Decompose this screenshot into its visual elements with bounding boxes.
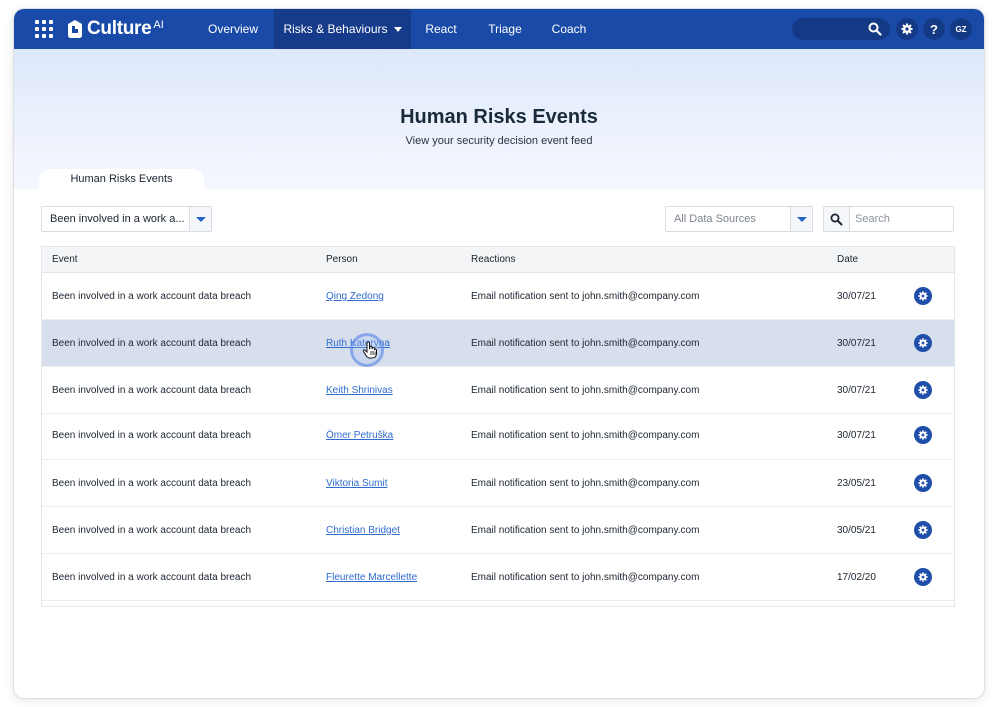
events-table: Event Person Reactions Date Been involve… (41, 246, 955, 607)
reaction-cell: Email notification sent to john.smith@co… (471, 385, 700, 396)
table-row[interactable]: Been involved in a work account data bre… (42, 507, 954, 554)
brand-suffix: AI (153, 19, 164, 31)
event-cell: Been involved in a work account data bre… (52, 385, 252, 396)
table-row[interactable]: Been involved in a work account data bre… (42, 367, 954, 414)
row-settings-button[interactable] (914, 426, 932, 444)
gear-icon (901, 23, 913, 35)
brand-logo[interactable]: Culture AI (66, 17, 164, 41)
column-header-date[interactable]: Date (837, 247, 858, 273)
table-row[interactable]: Been involved in a work account data bre… (42, 414, 954, 460)
person-link[interactable]: Fleurette Marcellette (326, 572, 417, 583)
tab-label: Human Risks Events (70, 173, 173, 185)
gear-icon (918, 430, 928, 440)
brand-name: Culture (87, 18, 152, 39)
table-header: Event Person Reactions Date (42, 247, 954, 273)
table-row[interactable]: Been involved in a work account data bre… (42, 273, 954, 320)
chevron-down-icon[interactable] (189, 207, 211, 231)
date-cell: 30/05/21 (837, 525, 876, 536)
reaction-cell: Email notification sent to john.smith@co… (471, 525, 700, 536)
date-cell: 30/07/21 (837, 430, 876, 441)
reaction-cell: Email notification sent to john.smith@co… (471, 572, 700, 583)
data-source-select[interactable]: All Data Sources (665, 206, 813, 232)
event-cell: Been involved in a work account data bre… (52, 338, 252, 349)
nav-coach[interactable]: Coach (544, 9, 594, 49)
tab-human-risks-events[interactable]: Human Risks Events (39, 169, 204, 189)
gear-icon (918, 478, 928, 488)
date-cell: 30/07/21 (837, 291, 876, 302)
date-cell: 30/07/21 (837, 338, 876, 349)
table-row[interactable]: Been involved in a work account data bre… (42, 460, 954, 507)
page-subtitle: View your security decision event feed (405, 135, 593, 147)
event-filter-select[interactable]: Been involved in a work a... (41, 206, 212, 232)
event-filter-value: Been involved in a work a... (50, 213, 185, 225)
person-link[interactable]: Viktoria Sumit (326, 478, 388, 489)
column-header-reactions[interactable]: Reactions (471, 247, 515, 273)
nav-overview[interactable]: Overview (196, 9, 270, 49)
reaction-cell: Email notification sent to john.smith@co… (471, 430, 700, 441)
date-cell: 17/02/20 (837, 572, 876, 583)
row-settings-button[interactable] (914, 568, 932, 586)
data-source-value: All Data Sources (674, 213, 756, 225)
search-input[interactable] (855, 211, 949, 227)
table-row[interactable]: Been involved in a work account data bre… (42, 554, 954, 601)
nav-coach-label: Coach (551, 22, 587, 36)
search-icon[interactable] (824, 207, 850, 231)
nav-triage-label: Triage (488, 22, 522, 36)
event-cell: Been involved in a work account data bre… (52, 478, 252, 489)
row-settings-button[interactable] (914, 287, 932, 305)
apps-grid-icon[interactable] (35, 20, 53, 38)
nav-risks-behaviours[interactable]: Risks & Behaviours (274, 9, 411, 49)
page-header: Human Risks Events View your security de… (14, 49, 984, 189)
row-settings-button[interactable] (914, 334, 932, 352)
person-link[interactable]: Keith Shrinivas (326, 385, 393, 396)
app-window: Culture AI Overview Risks & Behaviours R… (14, 9, 984, 698)
row-settings-button[interactable] (914, 521, 932, 539)
nav-triage[interactable]: Triage (480, 9, 530, 49)
nav-react[interactable]: React (416, 9, 466, 49)
gear-icon (918, 572, 928, 582)
table-search[interactable] (823, 206, 954, 232)
gear-icon (918, 385, 928, 395)
event-cell: Been involved in a work account data bre… (52, 525, 252, 536)
nav-overview-label: Overview (207, 22, 258, 36)
top-navbar: Culture AI Overview Risks & Behaviours R… (14, 9, 984, 49)
gear-icon (918, 525, 928, 535)
avatar-initials: GZ (955, 24, 967, 34)
gear-icon (918, 291, 928, 301)
search-icon (868, 22, 882, 36)
chevron-down-icon (393, 27, 402, 33)
nav-react-label: React (425, 22, 457, 36)
reaction-cell: Email notification sent to john.smith@co… (471, 291, 700, 302)
date-cell: 30/07/21 (837, 385, 876, 396)
nav-risks-label: Risks & Behaviours (283, 22, 388, 36)
column-header-person[interactable]: Person (326, 247, 358, 273)
gear-icon (918, 338, 928, 348)
date-cell: 23/05/21 (837, 478, 876, 489)
row-settings-button[interactable] (914, 381, 932, 399)
person-link[interactable]: Christian Bridget (326, 525, 400, 536)
user-avatar[interactable]: GZ (950, 18, 972, 40)
hand-cursor-icon (362, 341, 377, 359)
row-settings-button[interactable] (914, 474, 932, 492)
event-cell: Been involved in a work account data bre… (52, 430, 252, 441)
person-link[interactable]: Qing Zedong (326, 291, 384, 302)
table-row[interactable]: Been involved in a work account data bre… (42, 320, 954, 367)
help-icon: ? (930, 21, 938, 37)
page-title: Human Risks Events (400, 106, 598, 128)
help-button[interactable]: ? (923, 18, 945, 40)
reaction-cell: Email notification sent to john.smith@co… (471, 478, 700, 489)
column-header-event[interactable]: Event (52, 247, 78, 273)
culture-logo-icon (68, 20, 82, 38)
global-search[interactable] (792, 18, 890, 40)
event-cell: Been involved in a work account data bre… (52, 291, 252, 302)
person-link[interactable]: Ömer Petruška (326, 430, 393, 441)
event-cell: Been involved in a work account data bre… (52, 572, 252, 583)
chevron-down-icon[interactable] (790, 207, 812, 231)
settings-button[interactable] (896, 18, 918, 40)
reaction-cell: Email notification sent to john.smith@co… (471, 338, 700, 349)
